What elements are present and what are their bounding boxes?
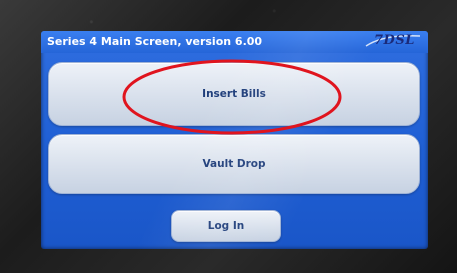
log-in-button[interactable]: Log In	[171, 210, 281, 242]
insert-bills-button[interactable]: Insert Bills	[48, 62, 420, 126]
brand-logo: 7DSL	[364, 32, 422, 50]
touch-screen: Series 4 Main Screen, version 6.00 7DSL …	[41, 31, 428, 249]
logo-text: 7DSL	[374, 33, 415, 48]
log-in-label: Log In	[207, 220, 245, 232]
vault-drop-label: Vault Drop	[202, 158, 266, 170]
title-bar: Series 4 Main Screen, version 6.00 7DSL	[41, 31, 428, 53]
screen-title: Series 4 Main Screen, version 6.00	[47, 35, 263, 48]
vault-drop-button[interactable]: Vault Drop	[48, 134, 420, 194]
insert-bills-label: Insert Bills	[202, 88, 266, 100]
